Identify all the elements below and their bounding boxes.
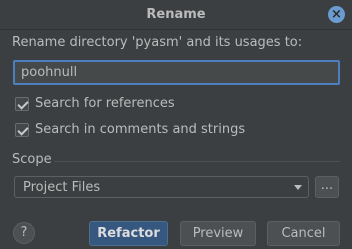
new-name-input[interactable] xyxy=(13,60,340,85)
close-icon[interactable]: × xyxy=(328,6,345,23)
scope-selected-value: Project Files xyxy=(23,180,101,195)
refactor-button[interactable]: Refactor xyxy=(89,221,168,246)
search-comments-option[interactable]: Search in comments and strings xyxy=(15,122,245,137)
chevron-down-icon xyxy=(294,185,302,190)
scope-separator xyxy=(54,161,340,162)
cancel-button[interactable]: Cancel xyxy=(267,221,340,246)
search-references-label[interactable]: Search for references xyxy=(35,96,175,111)
rename-prompt: Rename directory 'pyasm' and its usages … xyxy=(12,35,303,50)
help-button[interactable]: ? xyxy=(13,222,35,244)
search-comments-checkbox[interactable] xyxy=(15,122,29,137)
search-references-checkbox[interactable] xyxy=(15,96,29,111)
scope-dropdown[interactable]: Project Files xyxy=(14,176,309,198)
scope-more-button[interactable]: ... xyxy=(315,176,339,198)
title-bar: Rename × xyxy=(0,0,352,30)
search-comments-label[interactable]: Search in comments and strings xyxy=(35,122,245,137)
search-references-option[interactable]: Search for references xyxy=(15,96,175,111)
preview-button[interactable]: Preview xyxy=(180,221,256,246)
scope-label: Scope xyxy=(12,152,52,167)
dialog-title: Rename xyxy=(146,7,206,22)
